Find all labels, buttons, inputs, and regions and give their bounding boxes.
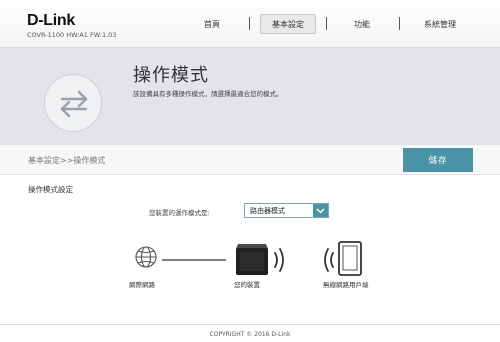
footer-divider <box>0 324 500 325</box>
internet-label: 網際網路 <box>129 281 155 289</box>
page-description: 該設備具有多種操作模式，請選擇最適合您的模式。 <box>133 90 283 98</box>
nav-divider <box>326 17 327 30</box>
nav-features[interactable]: 功能 <box>336 14 388 34</box>
nav-system-management[interactable]: 系統管理 <box>410 14 470 34</box>
operation-mode-select[interactable]: 路由器模式 <box>244 203 329 218</box>
your-device-label: 您的裝置 <box>234 281 260 289</box>
globe-icon <box>135 246 157 268</box>
operation-mode-value: 路由器模式 <box>250 207 285 215</box>
nav-basic-settings[interactable]: 基本設定 <box>260 14 316 34</box>
save-button[interactable]: 儲存 <box>403 148 473 172</box>
router-device-icon <box>236 244 268 275</box>
copyright-text: COPYRIGHT © 2016 D-Link <box>209 331 291 338</box>
operation-mode-label: 您裝置的運作模式是: <box>149 209 210 217</box>
wifi-waves-icon <box>274 248 284 272</box>
model-info: COVR-1100 HW:A1 FW:1.03 <box>27 31 117 39</box>
swap-arrows-icon <box>44 74 102 132</box>
page-title: 操作模式 <box>133 65 209 86</box>
nav-home[interactable]: 首頁 <box>186 14 238 34</box>
dlink-logo: D-Link <box>27 12 75 29</box>
section-title: 操作模式設定 <box>28 185 73 194</box>
chevron-down-icon[interactable] <box>313 204 328 217</box>
wireless-client-label: 無線網路用戶端 <box>323 281 369 289</box>
tablet-icon <box>338 241 362 276</box>
nav-divider <box>249 17 250 30</box>
wifi-waves-icon <box>324 248 334 272</box>
nav-divider <box>399 17 400 30</box>
breadcrumb: 基本設定>>操作模式 <box>28 156 106 165</box>
